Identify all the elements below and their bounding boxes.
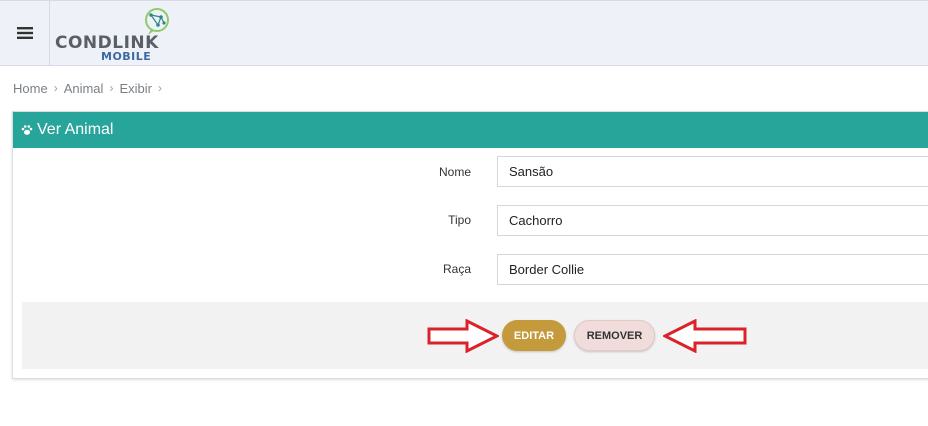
edit-button[interactable]: EDITAR [502, 320, 566, 351]
chevron-right-icon: › [53, 81, 58, 95]
hamburger-icon [16, 27, 33, 39]
chevron-right-icon: › [157, 81, 162, 95]
panel-header: Ver Animal [13, 112, 928, 148]
raca-field[interactable]: Border Collie [497, 254, 928, 285]
panel-title: Ver Animal [37, 121, 114, 138]
breadcrumb-exibir[interactable]: Exibir [119, 81, 152, 96]
tipo-label: Tipo [448, 213, 471, 227]
top-bar: CONDLINK MOBILE [0, 0, 928, 66]
nome-label: Nome [438, 165, 471, 179]
breadcrumb: Home › Animal › Exibir › [13, 80, 168, 96]
breadcrumb-home[interactable]: Home [13, 81, 48, 96]
logo-network-icon [145, 8, 169, 35]
logo-subtext: MOBILE [101, 50, 152, 63]
chevron-right-icon: › [109, 81, 114, 95]
breadcrumb-animal[interactable]: Animal [64, 81, 104, 96]
panel-footer: EDITAR REMOVER [22, 302, 928, 369]
menu-toggle-button[interactable] [0, 1, 50, 65]
arrow-left-icon [663, 319, 747, 353]
view-animal-panel: Ver Animal Nome Sansão Tipo Cachorro Raç… [12, 111, 928, 379]
remove-button[interactable]: REMOVER [574, 320, 655, 351]
raca-label: Raça [442, 262, 471, 276]
condlink-logo[interactable]: CONDLINK MOBILE [55, 7, 175, 63]
tipo-field[interactable]: Cachorro [497, 205, 928, 236]
paw-icon [21, 124, 33, 136]
nome-field[interactable]: Sansão [497, 156, 928, 187]
arrow-right-icon [427, 319, 499, 353]
